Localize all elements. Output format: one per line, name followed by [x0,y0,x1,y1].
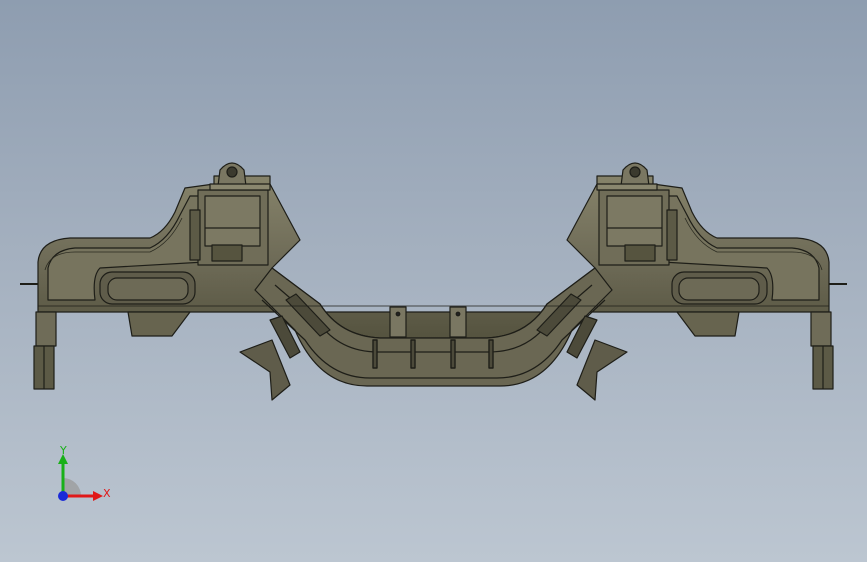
left-gusset [239,339,291,401]
z-axis-dot [58,491,68,501]
right-lifting-lug [620,162,650,187]
graphics-viewport[interactable] [0,0,867,562]
x-axis-label: X [103,487,111,500]
axis-triad: Y X [58,444,111,501]
center-bracket-right [449,306,467,338]
center-bracket-left [389,306,407,338]
left-underbracket [127,311,191,337]
bogie-frame-model[interactable] [20,162,847,401]
left-lifting-lug [217,162,247,187]
y-axis-label: Y [59,444,67,457]
right-gusset [576,339,628,401]
right-underbracket [676,311,740,337]
